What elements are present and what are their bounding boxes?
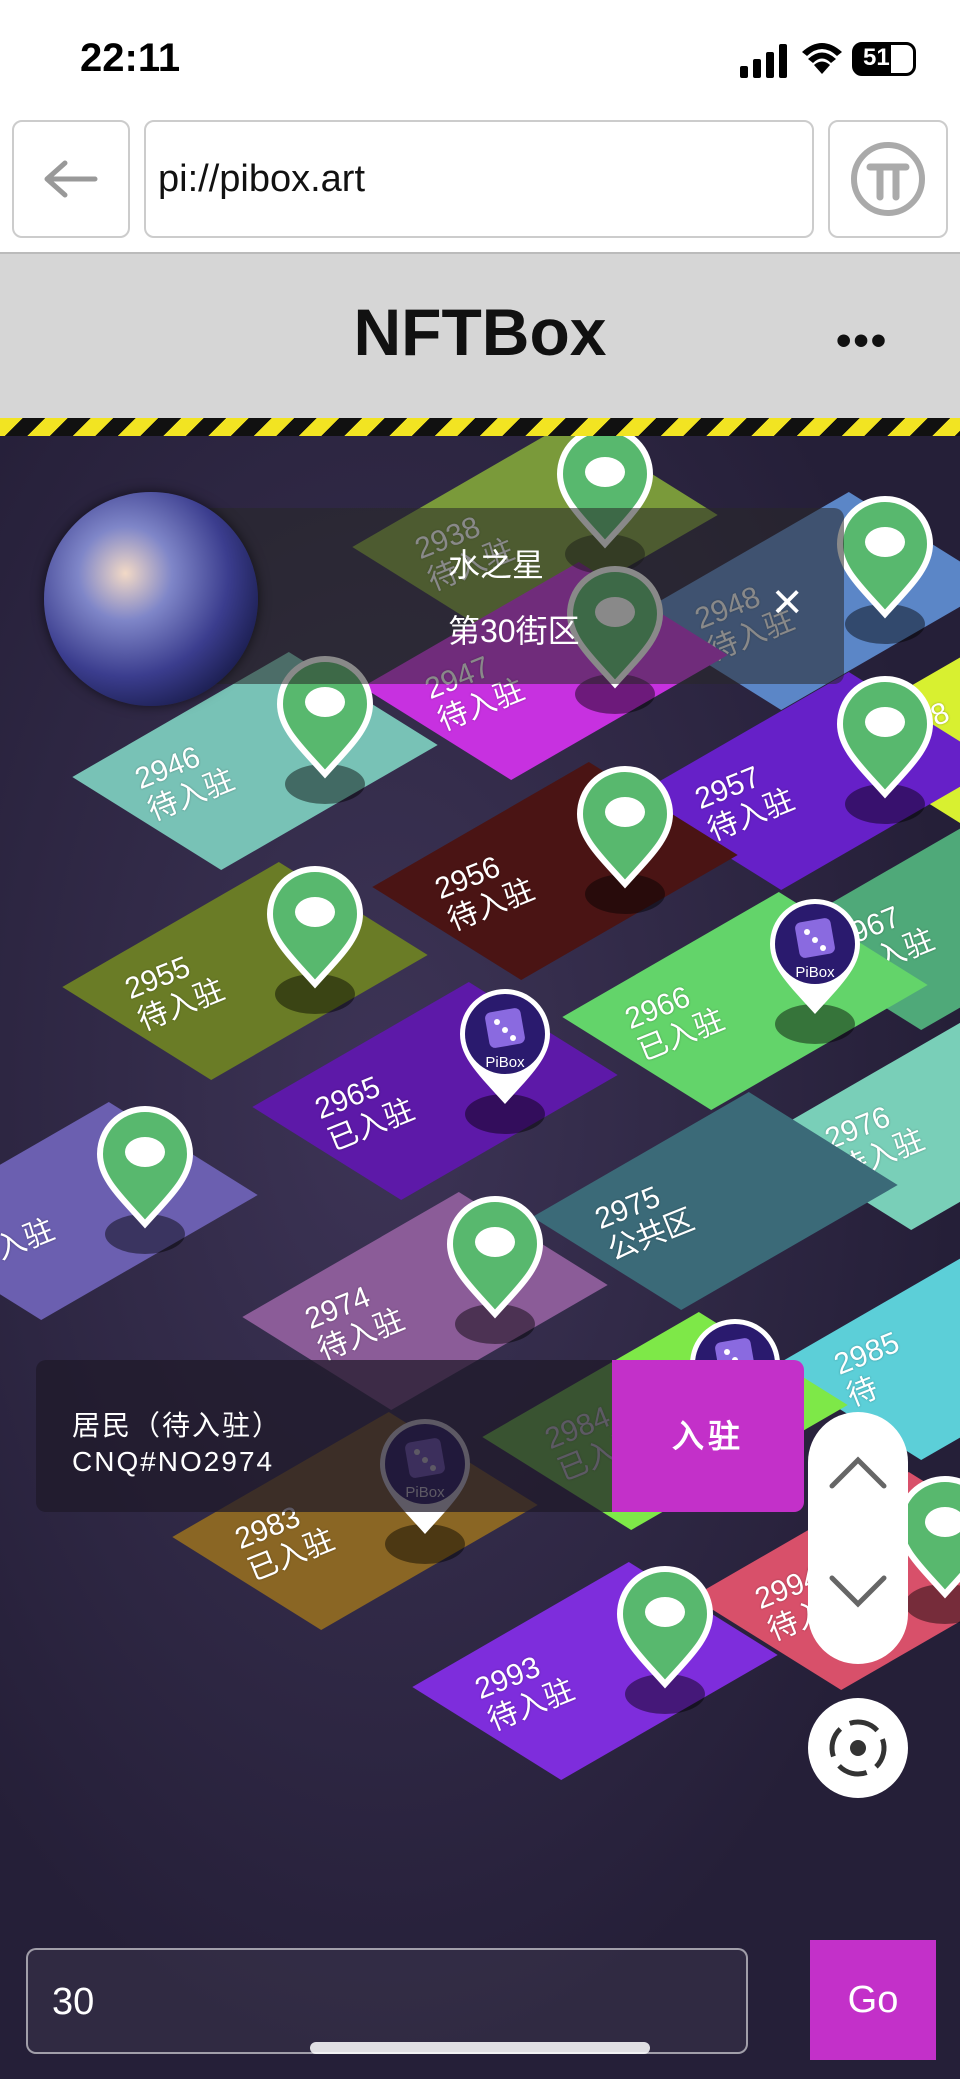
resident-status: 居民（待入驻） — [72, 1410, 283, 1441]
status-bar: 22:11 51 — [0, 0, 960, 118]
planet-name: 水之星 — [448, 547, 545, 583]
target-icon — [829, 1719, 887, 1777]
planet-image — [44, 492, 258, 706]
resident-panel: 居民（待入驻） CNQ#NO2974 — [36, 1360, 616, 1512]
back-button[interactable] — [12, 120, 130, 238]
hazard-stripe — [0, 418, 960, 436]
home-indicator — [310, 2042, 650, 2054]
go-button[interactable]: Go — [810, 1940, 936, 2060]
pibox-pin-icon[interactable]: PiBox — [760, 896, 870, 1046]
map-pin-icon[interactable] — [830, 496, 940, 646]
locate-button[interactable] — [808, 1698, 908, 1798]
pibox-pin-icon[interactable]: PiBox — [450, 986, 560, 1136]
url-field[interactable]: pi://pibox.art — [144, 120, 814, 238]
browser-bar: pi://pibox.art — [0, 118, 960, 252]
arrow-left-icon — [44, 160, 98, 198]
city-map[interactable]: 2938待入驻2948待入驻2947待入驻2958待2946待入驻2957待入驻… — [0, 436, 960, 2079]
pi-logo-icon — [851, 142, 925, 216]
map-pin-icon[interactable] — [610, 1566, 720, 1716]
app-header: NFTBox ••• — [0, 252, 960, 420]
page-title: NFTBox — [353, 295, 607, 369]
scroll-control — [808, 1412, 908, 1664]
map-pin-icon[interactable] — [260, 866, 370, 1016]
pibox-badge: PiBox — [795, 964, 835, 981]
battery-icon: 51 — [852, 42, 916, 76]
map-pin-icon[interactable] — [570, 766, 680, 916]
pibox-badge: PiBox — [485, 1054, 525, 1071]
map-pin-icon[interactable] — [440, 1196, 550, 1346]
map-pin-icon[interactable] — [830, 676, 940, 826]
chevron-up-icon[interactable] — [826, 1442, 890, 1502]
status-time: 22:11 — [80, 36, 181, 80]
resident-id: CNQ#NO2974 — [72, 1446, 275, 1477]
go-input[interactable]: 30 — [26, 1948, 748, 2054]
signal-icon — [740, 44, 787, 78]
district-panel — [200, 508, 844, 684]
wifi-icon — [802, 43, 842, 74]
settle-button[interactable]: 入驻 — [612, 1360, 804, 1512]
chevron-down-icon[interactable] — [826, 1562, 890, 1622]
more-menu-button[interactable]: ••• — [836, 316, 888, 366]
close-icon[interactable]: × — [772, 576, 802, 628]
pi-network-button[interactable] — [828, 120, 948, 238]
district-name: 第30街区 — [448, 613, 580, 649]
map-pin-icon[interactable] — [90, 1106, 200, 1256]
